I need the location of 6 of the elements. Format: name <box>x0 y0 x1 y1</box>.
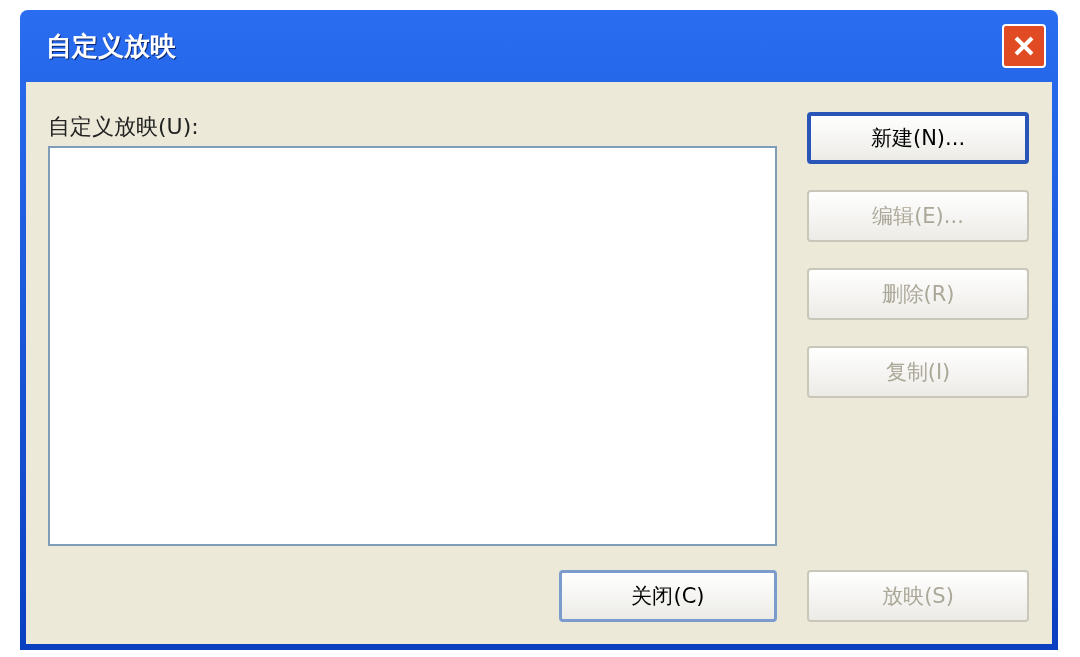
close-icon <box>1012 34 1036 58</box>
window-title: 自定义放映 <box>46 29 176 63</box>
dialog-button[interactable]: 关闭(C) <box>559 570 777 622</box>
dialog-button[interactable]: 新建(N)... <box>807 112 1029 164</box>
list-label: 自定义放映(U): <box>48 113 200 141</box>
close-button[interactable] <box>1002 24 1046 68</box>
